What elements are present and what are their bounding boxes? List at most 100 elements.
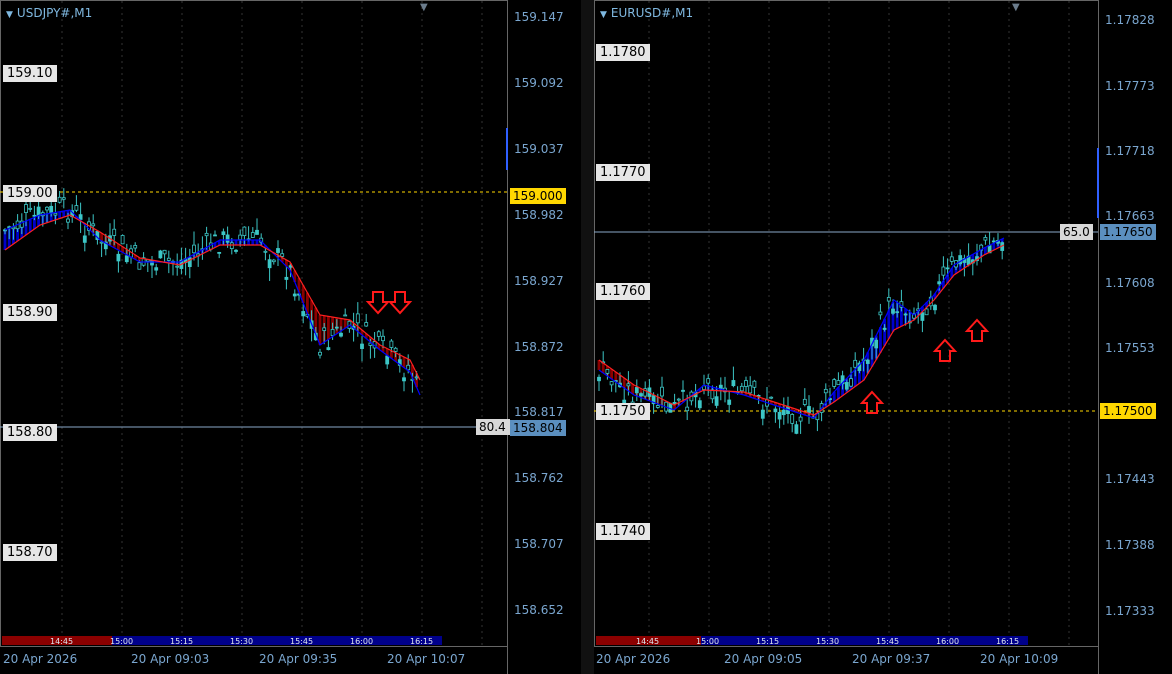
candle-body — [339, 332, 343, 337]
candle-body — [381, 335, 385, 342]
candle-body — [271, 259, 276, 263]
line-value-label: 80.4 — [476, 419, 510, 435]
candle-body — [414, 376, 419, 379]
candle-body — [234, 249, 238, 252]
line-value-label: 65.0 — [1060, 224, 1093, 240]
time-axis-label: 20 Apr 09:37 — [852, 652, 931, 666]
price-axis-label: 158.707 — [514, 537, 564, 551]
down-arrow-icon — [387, 291, 413, 315]
candle-body — [204, 232, 209, 237]
candle-body — [849, 378, 853, 387]
chart-title: ▼ USDJPY#,M1 — [6, 6, 92, 20]
minute-scale-label: 16:15 — [410, 637, 434, 646]
chart-title-text: USDJPY#,M1 — [16, 6, 93, 20]
candle-body — [710, 389, 715, 400]
candle-body — [154, 267, 159, 271]
candle-body — [937, 281, 942, 285]
price-axis-label: 1.17553 — [1105, 341, 1155, 355]
ribbon-bar — [318, 315, 322, 345]
time-axis-label: 20 Apr 09:03 — [131, 652, 210, 666]
candle-body — [794, 424, 799, 434]
window-divider[interactable] — [581, 0, 594, 674]
candle-body — [229, 242, 234, 249]
minute-scale-label: 15:30 — [230, 637, 254, 646]
ribbon-bar — [887, 310, 891, 339]
chart-title: ▼ EURUSD#,M1 — [600, 6, 693, 20]
candle-body — [406, 364, 411, 371]
window-menu-triangle-icon[interactable]: ▼ — [420, 2, 428, 13]
price-axis-label: 1.17718 — [1105, 144, 1155, 158]
candle-body — [798, 416, 803, 422]
level-label: 159.00 — [3, 185, 57, 202]
candle-body — [681, 389, 685, 392]
candle-body — [74, 205, 79, 211]
alert-level-tag: 159.000 — [510, 188, 566, 204]
candle-body — [217, 251, 222, 254]
candle-body — [639, 393, 643, 397]
price-axis-label: 158.927 — [514, 274, 564, 288]
candle-body — [385, 355, 390, 365]
level-label: 1.1780 — [596, 44, 650, 61]
collapse-triangle-icon[interactable]: ▼ — [6, 10, 13, 20]
level-label: 1.1770 — [596, 164, 650, 181]
eurusd-chart-canvas[interactable] — [594, 0, 1172, 674]
candle-body — [832, 379, 837, 387]
candle-body — [343, 314, 348, 317]
minute-scale-label: 15:45 — [290, 637, 314, 646]
candle-body — [28, 207, 33, 210]
ribbon-bar — [327, 316, 330, 340]
plot-border — [594, 0, 1099, 647]
level-label: 1.1750 — [596, 403, 650, 420]
candle-body — [924, 308, 929, 316]
ribbon-bar — [28, 219, 32, 232]
eurusd-chart-window[interactable]: ▼ EURUSD#,M1 ▼ 1.17828 1.17773 1.17718 1.… — [594, 0, 1172, 674]
candle-body — [744, 380, 748, 387]
candle-body — [322, 327, 327, 331]
up-arrow-icon — [964, 318, 990, 342]
ribbon-bar — [631, 384, 634, 394]
candle-body — [57, 196, 62, 203]
price-axis-label: 159.037 — [514, 142, 564, 156]
minute-scale-label: 15:45 — [876, 637, 900, 646]
candle-body — [355, 313, 360, 324]
candle-body — [760, 409, 765, 419]
session-bar-blue — [701, 636, 1028, 645]
candle-body — [777, 411, 782, 420]
current-price-tag: 1.17650 — [1100, 224, 1156, 240]
price-axis-label: 159.147 — [514, 10, 564, 24]
candle-body — [773, 408, 778, 413]
candle-body — [609, 381, 614, 386]
price-axis-label: 1.17443 — [1105, 472, 1155, 486]
candle-body — [865, 359, 870, 364]
price-axis-label: 1.17333 — [1105, 604, 1155, 618]
candle-body — [706, 378, 711, 384]
ribbon-bar — [879, 327, 882, 353]
price-axis-label: 1.17773 — [1105, 79, 1155, 93]
candle-body — [61, 197, 66, 200]
candle-body — [844, 382, 849, 390]
candle-body — [836, 380, 841, 386]
candle-body — [895, 311, 900, 314]
candle-body — [634, 387, 639, 394]
candle-body — [891, 308, 895, 314]
usdjpy-chart-canvas[interactable] — [0, 0, 581, 674]
candle-body — [32, 214, 37, 217]
candle-body — [853, 359, 858, 368]
ribbon-bar — [610, 369, 613, 379]
collapse-triangle-icon[interactable]: ▼ — [600, 10, 607, 20]
candle-body — [697, 400, 702, 409]
candle-body — [991, 240, 996, 243]
window-menu-triangle-icon[interactable]: ▼ — [1012, 2, 1020, 13]
candle-body — [221, 231, 226, 236]
candle-body — [280, 253, 285, 257]
time-axis-label: 20 Apr 2026 — [596, 652, 671, 666]
candle-body — [150, 260, 154, 266]
usdjpy-chart-window[interactable]: ▼ USDJPY#,M1 ▼ 159.147 159.092 159.037 15… — [0, 0, 581, 674]
time-axis-label: 20 Apr 10:07 — [387, 652, 466, 666]
candle-body — [748, 385, 753, 394]
minute-scale-label: 14:45 — [636, 637, 660, 646]
plot-border — [0, 0, 508, 647]
level-label: 158.70 — [3, 544, 57, 561]
candle-body — [250, 232, 255, 238]
candle-body — [45, 206, 49, 211]
